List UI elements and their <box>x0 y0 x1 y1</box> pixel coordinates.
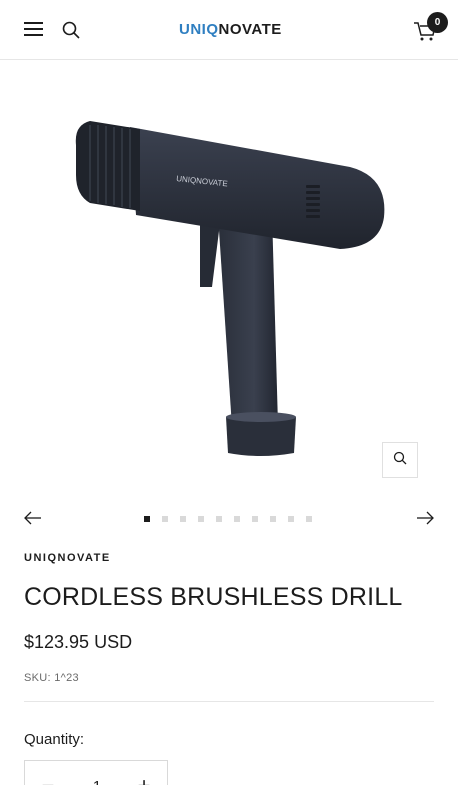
arrow-left-icon <box>24 511 42 530</box>
cart-count-badge: 0 <box>427 12 448 33</box>
logo-text-part1: UNIQ <box>179 21 219 38</box>
pagination-dot[interactable] <box>144 516 150 522</box>
hamburger-icon[interactable] <box>24 22 43 38</box>
zoom-icon <box>393 451 407 470</box>
site-logo[interactable]: UNIQNOVATE <box>179 21 282 41</box>
quantity-stepper: − + <box>24 760 168 785</box>
pagination-dot[interactable] <box>270 516 276 522</box>
pagination-dot[interactable] <box>252 516 258 522</box>
pagination-dot[interactable] <box>288 516 294 522</box>
divider <box>24 701 434 702</box>
search-icon[interactable] <box>61 20 81 40</box>
previous-image-button[interactable] <box>24 510 42 526</box>
product-price: $123.95 USD <box>24 632 133 652</box>
quantity-input[interactable] <box>71 761 123 785</box>
pagination-dot[interactable] <box>306 516 312 522</box>
product-sku: SKU: 1^23 <box>24 672 79 684</box>
image-pagination <box>144 516 312 522</box>
next-image-button[interactable] <box>416 510 434 526</box>
pagination-dot[interactable] <box>234 516 240 522</box>
quantity-label: Quantity: <box>24 731 85 748</box>
product-image[interactable]: UNIQNOVATE <box>40 95 420 475</box>
arrow-right-icon <box>416 511 434 530</box>
quantity-increase-button[interactable]: + <box>121 761 167 785</box>
pagination-dot[interactable] <box>180 516 186 522</box>
site-header: UNIQNOVATE 0 <box>0 0 458 60</box>
pagination-dot[interactable] <box>198 516 204 522</box>
quantity-decrease-button[interactable]: − <box>25 761 71 785</box>
pagination-dot[interactable] <box>162 516 168 522</box>
product-title: CORDLESS BRUSHLESS DRILL <box>24 583 403 611</box>
pagination-dot[interactable] <box>216 516 222 522</box>
product-vendor[interactable]: UNIQNOVATE <box>24 552 111 564</box>
zoom-button[interactable] <box>382 442 418 478</box>
logo-text-part2: NOVATE <box>218 21 282 38</box>
